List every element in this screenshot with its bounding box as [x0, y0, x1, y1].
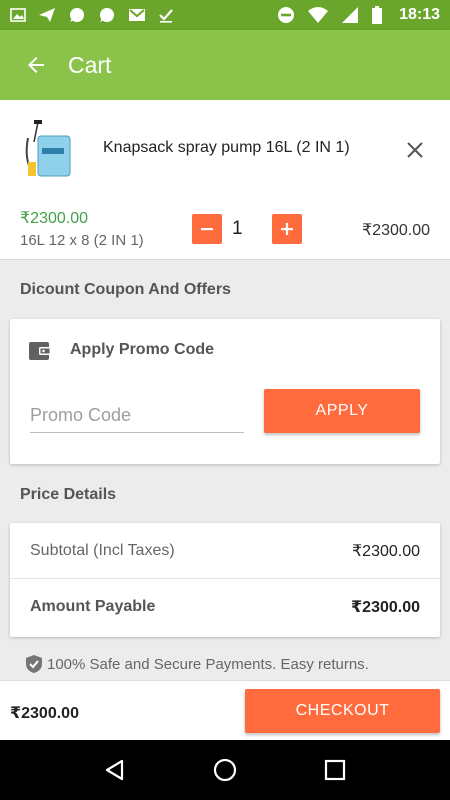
notification-icons	[10, 6, 174, 24]
product-name[interactable]: Knapsack spray pump 16L (2 IN 1)	[103, 139, 350, 157]
checkout-button[interactable]: CHECKOUT	[245, 689, 440, 733]
send-icon	[39, 8, 55, 22]
apply-button[interactable]: APPLY	[264, 389, 420, 433]
shield-check-icon	[26, 655, 42, 673]
wallet-icon	[29, 342, 51, 360]
arrow-back-icon	[28, 57, 44, 73]
navigation-bar	[0, 740, 450, 800]
payable-label: Amount Payable	[30, 598, 156, 615]
line-total: ₹2300.00	[361, 222, 430, 239]
square-recents-icon	[324, 759, 346, 781]
price-section-title: Price Details	[20, 486, 117, 503]
signal-icon	[342, 7, 359, 23]
product-image[interactable]	[22, 118, 74, 178]
do-not-disturb-icon	[278, 7, 295, 23]
page-title: Cart	[68, 51, 112, 78]
promo-code-input[interactable]	[30, 399, 244, 433]
subtotal-value: ₹2300.00	[351, 542, 420, 560]
secure-payments-note: 100% Safe and Secure Payments. Easy retu…	[25, 654, 369, 674]
image-icon	[10, 8, 26, 22]
coupon-section-title: Dicount Coupon And Offers	[20, 281, 231, 298]
promo-heading: Apply Promo Code	[70, 341, 215, 358]
bottom-total: ₹2300.00	[10, 705, 79, 722]
secure-note-text: 100% Safe and Secure Payments. Easy retu…	[47, 655, 369, 673]
app-bar: Cart	[0, 30, 450, 100]
decrease-quantity-button[interactable]	[192, 214, 222, 244]
check-icon	[159, 9, 173, 23]
unit-price: ₹2300.00	[20, 210, 89, 227]
variant-label: 16L 12 x 8 (2 IN 1)	[20, 232, 144, 249]
payable-value: ₹2300.00	[351, 599, 420, 616]
status-bar: 18:13	[0, 0, 450, 30]
quantity-value: 1	[232, 218, 243, 239]
status-time: 18:13	[399, 6, 440, 23]
price-details-card: Subtotal (Incl Taxes) ₹2300.00 Amount Pa…	[10, 523, 440, 637]
whatsapp-icon	[70, 8, 84, 22]
subtotal-row: Subtotal (Incl Taxes) ₹2300.00	[10, 523, 440, 579]
nav-recents-button[interactable]	[315, 750, 355, 790]
battery-icon	[372, 6, 383, 24]
subtotal-label: Subtotal (Incl Taxes)	[30, 541, 175, 559]
nav-back-button[interactable]	[95, 750, 135, 790]
whatsapp-icon	[100, 8, 114, 22]
plus-icon	[281, 223, 293, 235]
system-icons: 18:13	[277, 6, 440, 24]
remove-item-button[interactable]	[402, 137, 428, 163]
triangle-back-icon	[105, 759, 124, 781]
gmail-icon	[129, 9, 145, 21]
wifi-icon	[308, 7, 329, 23]
coupon-card: Apply Promo Code APPLY	[10, 319, 440, 464]
minus-icon	[201, 228, 213, 231]
checkout-bar: ₹2300.00 CHECKOUT	[0, 680, 450, 740]
close-icon	[407, 142, 423, 158]
payable-row: Amount Payable ₹2300.00	[10, 579, 440, 635]
back-button[interactable]	[18, 47, 54, 83]
increase-quantity-button[interactable]	[272, 214, 302, 244]
nav-home-button[interactable]	[205, 750, 245, 790]
circle-home-icon	[213, 758, 237, 782]
cart-item: Knapsack spray pump 16L (2 IN 1) ₹2300.0…	[0, 100, 450, 260]
